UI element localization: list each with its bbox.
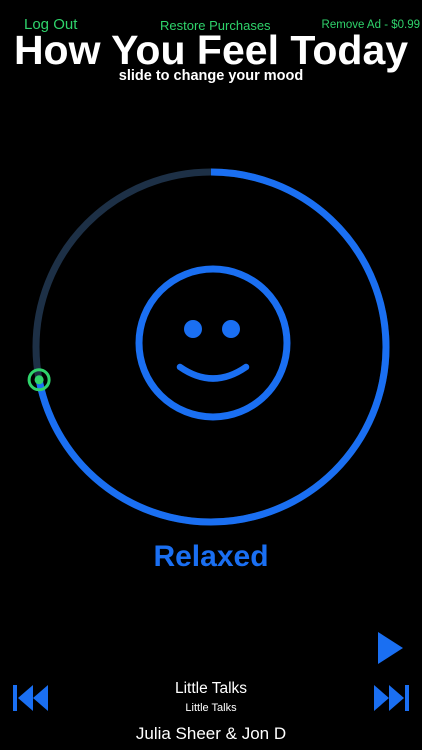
play-icon — [378, 632, 403, 664]
smiley-face-icon — [135, 265, 291, 421]
mood-dial[interactable] — [0, 0, 422, 750]
song-artist: Julia Sheer & Jon D — [135, 724, 287, 743]
mood-dial-progress — [35, 168, 390, 526]
mood-label: Relaxed — [153, 540, 269, 573]
song-title: Little Talks — [174, 680, 248, 697]
song-album: Little Talks — [185, 702, 237, 714]
play-button[interactable] — [376, 630, 404, 671]
